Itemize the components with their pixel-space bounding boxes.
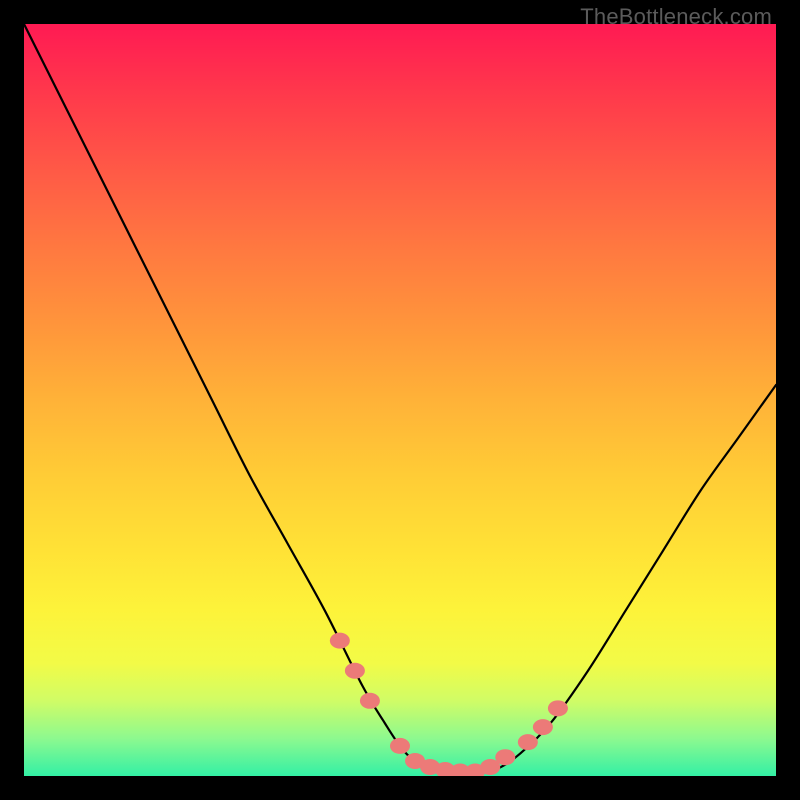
bottleneck-curve (24, 24, 776, 773)
chart-plot-area (24, 24, 776, 776)
curve-marker (495, 749, 515, 765)
curve-marker (548, 700, 568, 716)
chart-svg (24, 24, 776, 776)
curve-marker (518, 734, 538, 750)
curve-marker (533, 719, 553, 735)
curve-marker (330, 633, 350, 649)
curve-marker (345, 663, 365, 679)
chart-frame (24, 24, 776, 776)
marker-group (330, 633, 568, 776)
curve-marker (390, 738, 410, 754)
curve-marker (360, 693, 380, 709)
watermark-text: TheBottleneck.com (580, 4, 772, 30)
